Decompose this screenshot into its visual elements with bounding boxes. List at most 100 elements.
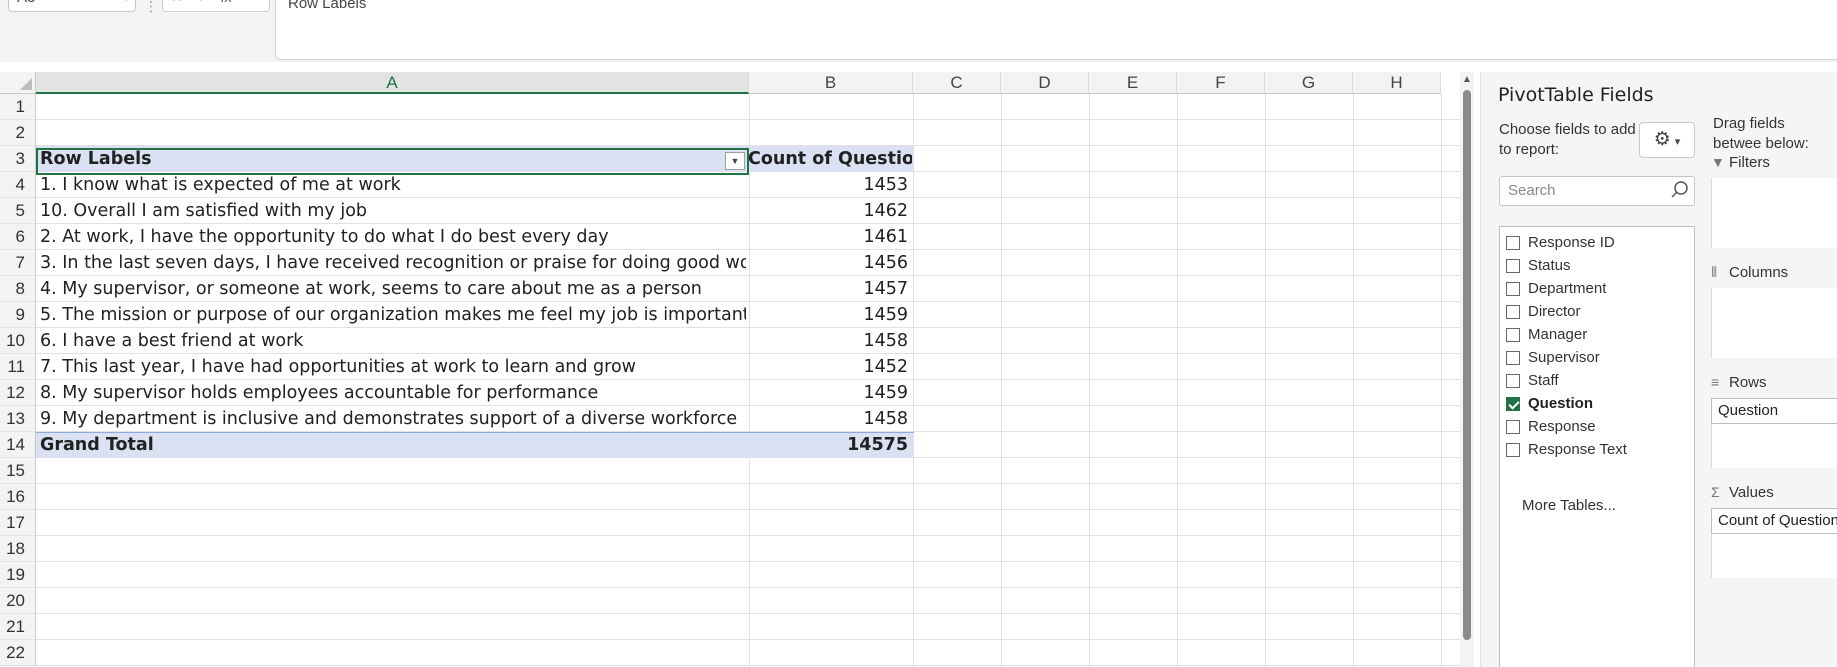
row-header-1[interactable]: 1 (0, 94, 36, 120)
field-item-question[interactable]: Question (1506, 392, 1593, 416)
field-checkbox[interactable] (1506, 328, 1520, 342)
column-header-d[interactable]: D (1001, 72, 1089, 94)
row-header-20[interactable]: 20 (0, 588, 36, 614)
pivot-row-label[interactable]: 9. My department is inclusive and demons… (38, 406, 746, 432)
row-header-4[interactable]: 4 (0, 172, 36, 198)
field-item-staff[interactable]: Staff (1506, 369, 1559, 393)
field-checkbox[interactable] (1506, 305, 1520, 319)
chevron-down-icon[interactable]: ▾ (251, 0, 256, 3)
pivot-row-label[interactable]: 1. I know what is expected of me at work (38, 172, 746, 198)
field-item-response-id[interactable]: Response ID (1506, 231, 1615, 255)
row-header-11[interactable]: 11 (0, 354, 36, 380)
row-header-17[interactable]: 17 (0, 510, 36, 536)
pivot-row-value[interactable]: 1452 (748, 354, 912, 380)
row-header-16[interactable]: 16 (0, 484, 36, 510)
grand-total-value[interactable]: 14575 (748, 432, 912, 458)
field-checkbox[interactable] (1506, 259, 1520, 273)
row-header-2[interactable]: 2 (0, 120, 36, 146)
row-header-5[interactable]: 5 (0, 198, 36, 224)
cancel-icon[interactable]: ✕ (171, 0, 183, 6)
filter-icon: ▼ (1711, 154, 1725, 170)
values-field-count[interactable]: Count of Question (1711, 508, 1837, 534)
field-item-response-text[interactable]: Response Text (1506, 438, 1627, 462)
column-header-e[interactable]: E (1089, 72, 1177, 94)
field-item-status[interactable]: Status (1506, 254, 1571, 278)
pivot-row-value[interactable]: 1453 (748, 172, 912, 198)
worksheet-grid[interactable]: ABCDEFGH 1 2 3 4 5 6 7 8 9 10 11 12 13 14 15 16 17 18 19 20… (0, 72, 1460, 667)
filters-drop-area[interactable] (1711, 178, 1837, 248)
column-header-f[interactable]: F (1177, 72, 1265, 94)
column-header-g[interactable]: G (1265, 72, 1353, 94)
pivot-row-value[interactable]: 1458 (748, 328, 912, 354)
scroll-up-icon[interactable]: ▲ (1462, 74, 1472, 85)
pivot-row-value[interactable]: 1457 (748, 276, 912, 302)
column-header-c[interactable]: C (913, 72, 1001, 94)
row-header-7[interactable]: 7 (0, 250, 36, 276)
field-checkbox[interactable] (1506, 351, 1520, 365)
pivot-row-value[interactable]: 1456 (748, 250, 912, 276)
insert-function-icon[interactable]: fx (221, 0, 232, 5)
row-header-12[interactable]: 12 (0, 380, 36, 406)
pivot-row-label[interactable]: 2. At work, I have the opportunity to do… (38, 224, 746, 250)
name-box[interactable]: A3 ▾ (8, 0, 136, 12)
field-checkbox[interactable] (1506, 282, 1520, 296)
column-gridline (1353, 94, 1354, 667)
field-search-input[interactable]: Search (1499, 176, 1695, 206)
row-header-9[interactable]: 9 (0, 302, 36, 328)
field-checkbox[interactable] (1506, 397, 1520, 411)
rows-field-question[interactable]: Question (1711, 398, 1837, 424)
row-header-22[interactable]: 22 (0, 640, 36, 666)
field-checkbox[interactable] (1506, 420, 1520, 434)
row-header-3[interactable]: 3 (0, 146, 36, 172)
row-header-10[interactable]: 10 (0, 328, 36, 354)
row-header-21[interactable]: 21 (0, 614, 36, 640)
columns-drop-area[interactable] (1711, 288, 1837, 358)
formula-input[interactable]: Row Labels (275, 0, 1837, 60)
row-header-13[interactable]: 13 (0, 406, 36, 432)
pivot-row-value[interactable]: 1461 (748, 224, 912, 250)
pivot-row-label[interactable]: 6. I have a best friend at work (38, 328, 746, 354)
pivot-row-label[interactable]: 7. This last year, I have had opportunit… (38, 354, 746, 380)
column-header-h[interactable]: H (1353, 72, 1441, 94)
scroll-thumb[interactable] (1463, 90, 1471, 640)
row-header-6[interactable]: 6 (0, 224, 36, 250)
pivot-row-value[interactable]: 1459 (748, 302, 912, 328)
row-labels-filter-button[interactable]: ▼ (725, 152, 745, 170)
pivot-row-label[interactable]: 8. My supervisor holds employees account… (38, 380, 746, 406)
pivot-row-label[interactable]: 10. Overall I am satisfied with my job (38, 198, 746, 224)
pivot-row-label[interactable]: 4. My supervisor, or someone at work, se… (38, 276, 746, 302)
field-item-manager[interactable]: Manager (1506, 323, 1587, 347)
more-tables-link[interactable]: More Tables... (1522, 497, 1616, 514)
pivot-row-value[interactable]: 1458 (748, 406, 912, 432)
pivot-row-value[interactable]: 1462 (748, 198, 912, 224)
field-item-supervisor[interactable]: Supervisor (1506, 346, 1600, 370)
field-checkbox[interactable] (1506, 374, 1520, 388)
pivot-value-header[interactable]: Count of Question (748, 146, 912, 172)
row-header-14[interactable]: 14 (0, 432, 36, 458)
row-header-18[interactable]: 18 (0, 536, 36, 562)
row-header-15[interactable]: 15 (0, 458, 36, 484)
pivot-row-value[interactable]: 1459 (748, 380, 912, 406)
vertical-scrollbar[interactable]: ▲ (1460, 72, 1474, 667)
column-header-a[interactable]: A (36, 72, 749, 94)
field-checkbox[interactable] (1506, 236, 1520, 250)
row-header-19[interactable]: 19 (0, 562, 36, 588)
enter-icon[interactable]: ✓ (197, 0, 209, 6)
row-header-8[interactable]: 8 (0, 276, 36, 302)
chevron-down-icon[interactable]: ▾ (123, 0, 129, 11)
field-list[interactable]: Response ID Status Department Director Manag… (1499, 226, 1695, 667)
pivot-row-label[interactable]: 3. In the last seven days, I have receiv… (38, 250, 746, 276)
pivot-row-label[interactable]: 5. The mission or purpose of our organiz… (38, 302, 746, 328)
row-gridline (36, 94, 1460, 120)
values-label: Values (1729, 484, 1774, 501)
field-label: Response Text (1528, 441, 1627, 458)
field-item-department[interactable]: Department (1506, 277, 1606, 301)
field-item-response[interactable]: Response (1506, 415, 1596, 439)
more-options-icon[interactable]: ⋮ (144, 0, 158, 15)
grand-total-label[interactable]: Grand Total (38, 432, 746, 458)
field-item-director[interactable]: Director (1506, 300, 1581, 324)
tools-button[interactable]: ⚙ ▾ (1639, 122, 1695, 158)
field-checkbox[interactable] (1506, 443, 1520, 457)
column-header-b[interactable]: B (749, 72, 913, 94)
select-all-button[interactable] (0, 72, 36, 94)
